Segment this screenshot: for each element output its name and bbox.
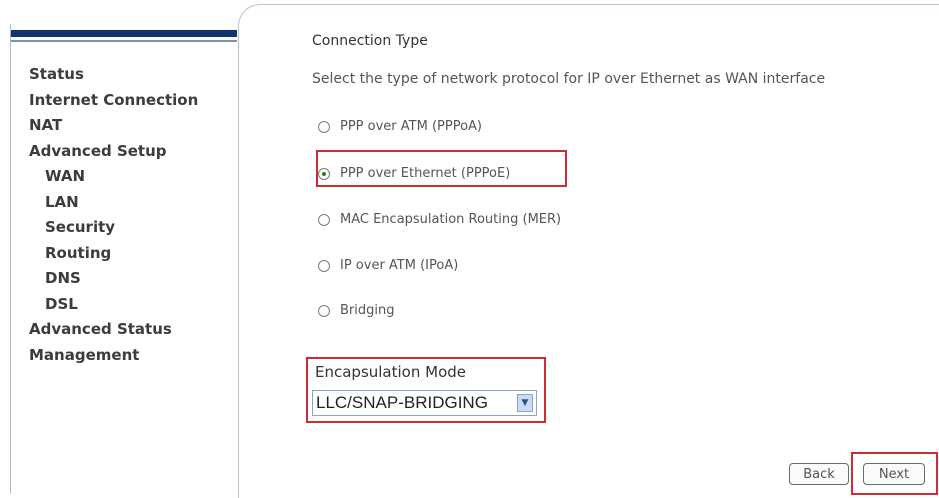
sidebar-item-lan[interactable]: LAN [29,190,198,216]
option-pppoa[interactable]: PPP over ATM (PPPoA) [318,119,482,134]
sidebar-item-security[interactable]: Security [29,215,198,241]
page-description: Select the type of network protocol for … [312,71,826,87]
option-pppoa-label: PPP over ATM (PPPoA) [340,119,482,134]
sidebar-item-wan[interactable]: WAN [29,164,198,190]
option-mer-label: MAC Encapsulation Routing (MER) [340,212,562,227]
radio-pppoa[interactable] [318,120,330,133]
option-bridging[interactable]: Bridging [318,303,394,318]
option-bridging-label: Bridging [340,303,395,318]
radio-ipoa[interactable] [318,259,330,272]
sidebar-item-status[interactable]: Status [29,62,198,88]
page-title: Connection Type [312,33,428,49]
option-ipoa-label: IP over ATM (IPoA) [340,258,459,273]
sidebar-item-dsl[interactable]: DSL [29,292,198,318]
sidebar-item-advanced-status[interactable]: Advanced Status [29,317,198,343]
option-mer[interactable]: MAC Encapsulation Routing (MER) [318,212,561,227]
sidebar-item-advanced-setup[interactable]: Advanced Setup [29,139,198,165]
pppoe-highlight [316,150,567,187]
sidebar: Status Internet Connection NAT Advanced … [10,24,237,494]
back-button[interactable]: Back [789,463,849,485]
option-ipoa[interactable]: IP over ATM (IPoA) [318,258,458,273]
radio-mer[interactable] [318,213,330,226]
sidebar-top-bar [11,30,237,37]
sidebar-item-dns[interactable]: DNS [29,266,198,292]
next-highlight [851,452,938,495]
sidebar-item-internet-connection[interactable]: Internet Connection [29,88,198,114]
sidebar-top-divider [11,40,237,42]
sidebar-item-routing[interactable]: Routing [29,241,198,267]
radio-bridging[interactable] [318,304,330,317]
sidebar-item-nat[interactable]: NAT [29,113,198,139]
sidebar-item-management[interactable]: Management [29,343,198,369]
sidebar-menu: Status Internet Connection NAT Advanced … [29,62,198,368]
encapsulation-highlight [306,357,546,423]
